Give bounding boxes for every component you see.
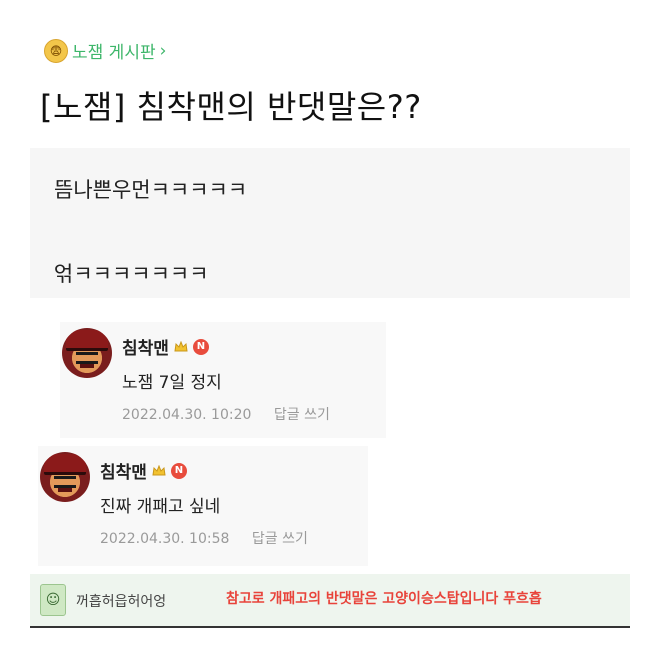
comment-date: 2022.04.30. 10:58 [100, 531, 230, 547]
comment-meta: 2022.04.30. 10:58 답글 쓰기 [100, 528, 308, 548]
chevron-right-icon: › [159, 40, 167, 61]
caption-banner: ☺ 꺼흡허읍허어엉 참고로 개패고의 반댓말은 고양이승스탑입니다 푸흐흡 [30, 574, 630, 628]
reply-link[interactable]: 답글 쓰기 [274, 407, 330, 423]
post-title: [노잼] 침착맨의 반댓말은?? [40, 88, 422, 126]
avatar[interactable] [62, 328, 112, 378]
comment: 침착맨 N 노잼 7일 정지 2022.04.30. 10:20 답글 쓰기 [60, 322, 386, 438]
new-badge: N [170, 462, 187, 479]
caption-note: 참고로 개패고의 반댓말은 고양이승스탑입니다 푸흐흡 [226, 591, 542, 607]
new-badge: N [192, 338, 209, 355]
crown-icon [174, 340, 188, 353]
user-character-icon: ☺ [40, 584, 66, 616]
board-name: 노잼 게시판 [72, 43, 156, 63]
comment-text: 진짜 개패고 싶네 [100, 497, 221, 517]
author-name: 침착맨 [122, 339, 169, 359]
avatar[interactable] [40, 452, 90, 502]
post-line: 얶ㅋㅋㅋㅋㅋㅋㅋ [54, 262, 209, 286]
scared-face-icon: 😨 [44, 38, 68, 63]
reply-link[interactable]: 답글 쓰기 [252, 531, 308, 547]
comment-date: 2022.04.30. 10:20 [122, 407, 252, 423]
comment-author[interactable]: 침착맨 N [100, 458, 187, 483]
comment-text: 노잼 7일 정지 [122, 373, 222, 393]
crown-icon [152, 464, 166, 477]
comment: 침착맨 N 진짜 개패고 싶네 2022.04.30. 10:58 답글 쓰기 [38, 446, 368, 566]
comment-meta: 2022.04.30. 10:20 답글 쓰기 [122, 404, 330, 424]
post-line: 뜸나쁜우먼ㅋㅋㅋㅋㅋ [54, 178, 248, 202]
board-link[interactable]: 😨 노잼 게시판 › [44, 38, 166, 63]
author-name: 침착맨 [100, 463, 147, 483]
comment-author[interactable]: 침착맨 N [122, 334, 209, 359]
nickname: 꺼흡허읍허어엉 [76, 594, 167, 610]
post-body: 뜸나쁜우먼ㅋㅋㅋㅋㅋ 얶ㅋㅋㅋㅋㅋㅋㅋ [30, 148, 630, 298]
